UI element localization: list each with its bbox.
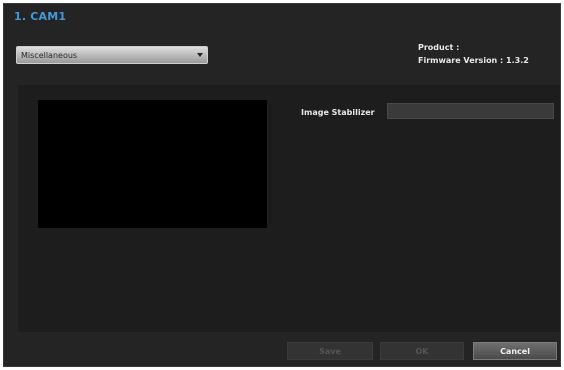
device-info: Product : Firmware Version : 1.3.2: [418, 41, 529, 67]
image-stabilizer-label: Image Stabilizer: [301, 108, 375, 117]
chevron-down-icon: [197, 53, 203, 57]
menu-dropdown[interactable]: Miscellaneous: [16, 46, 208, 64]
product-label: Product :: [418, 43, 460, 52]
menu-dropdown-value: Miscellaneous: [21, 50, 78, 60]
firmware-version: Firmware Version : 1.3.2: [418, 56, 529, 65]
ok-button[interactable]: OK: [380, 342, 464, 360]
image-stabilizer-select[interactable]: [387, 103, 554, 119]
apply-button[interactable]: Save: [287, 342, 373, 360]
settings-panel: Image Stabilizer: [18, 85, 560, 332]
dialog-title: 1. CAM1: [14, 10, 67, 23]
settings-dialog: 1. CAM1 Miscellaneous Product : Firmware…: [3, 3, 561, 367]
camera-preview: [38, 100, 267, 228]
cancel-button[interactable]: Cancel: [473, 342, 557, 360]
